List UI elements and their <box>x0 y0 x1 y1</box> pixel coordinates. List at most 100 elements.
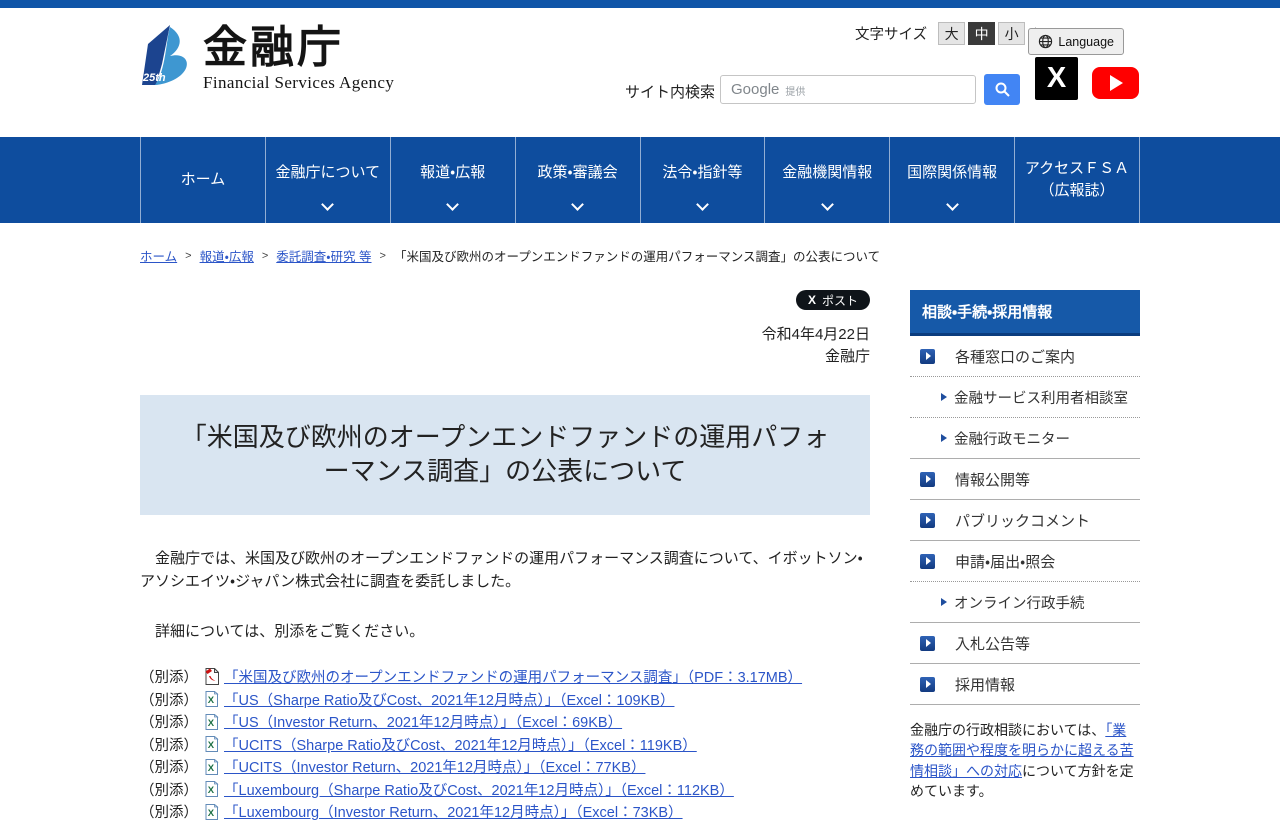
right-arrow-icon <box>941 393 947 401</box>
attachment-row: （別添）X「Luxembourg（Investor Return、2021年12… <box>140 801 870 823</box>
right-arrow-icon <box>920 636 935 651</box>
sidebar-header: 相談・手続・採用情報 <box>910 290 1140 336</box>
sidebar-item-label: 採用情報 <box>955 674 1015 695</box>
top-accent-bar <box>0 0 1280 8</box>
search-input[interactable]: Google 提供 <box>720 75 976 104</box>
svg-text:X: X <box>208 785 215 796</box>
body-paragraph-1: 金融庁では、米国及び欧州のオープンエンドファンドの運用パフォーマンス調査について… <box>140 548 870 593</box>
sidebar-item[interactable]: 情報公開等 <box>910 459 1140 500</box>
nav-item-1[interactable]: ホーム <box>140 137 265 223</box>
chevron-down-icon <box>571 198 584 211</box>
breadcrumb-separator: > <box>380 250 386 262</box>
svg-text:X: X <box>208 695 215 706</box>
attachment-prefix-label: （別添） <box>140 666 198 687</box>
breadcrumb-item: 「米国及び欧州のオープンエンドファンドの運用パフォーマンス調査」の公表について <box>394 246 880 265</box>
attachment-prefix-label: （別添） <box>140 711 198 732</box>
breadcrumb: ホーム>報道・広報>委託調査・研究 等>「米国及び欧州のオープンエンドファンドの… <box>140 246 1140 265</box>
x-post-label: ポスト <box>822 292 858 309</box>
attachment-link[interactable]: 「米国及び欧州のオープンエンドファンドの運用パフォーマンス調査」（PDF：3.1… <box>224 666 802 687</box>
language-label: Language <box>1058 35 1114 49</box>
sidebar-item-label: オンライン行政手続 <box>954 592 1085 613</box>
attachment-link[interactable]: 「US（Sharpe Ratio及びCost、2021年12月時点）」（Exce… <box>224 689 674 710</box>
pdf-file-icon <box>205 668 219 685</box>
attachment-prefix-label: （別添） <box>140 689 198 710</box>
fsa-25th-badge: 25th <box>142 72 166 84</box>
svg-text:X: X <box>208 763 215 774</box>
nav-item-label: 金融庁について <box>276 162 381 185</box>
sidebar-item[interactable]: 入札公告等 <box>910 623 1140 664</box>
x-logo-icon: X <box>808 293 816 307</box>
breadcrumb-separator: > <box>185 250 191 262</box>
sidebar-list: 各種窓口のご案内金融サービス利用者相談室金融行政モニター情報公開等パブリックコメ… <box>910 336 1140 705</box>
nav-item-4[interactable]: 政策・審議会 <box>515 137 640 223</box>
google-provided-label: 提供 <box>785 81 805 98</box>
youtube-icon[interactable] <box>1092 67 1139 99</box>
font-size-control: 文字サイズ 大中小 <box>855 22 1025 45</box>
attachment-prefix-label: （別添） <box>140 801 198 822</box>
right-arrow-icon <box>941 434 947 442</box>
breadcrumb-item[interactable]: ホーム <box>140 246 177 265</box>
x-social-icon[interactable]: X <box>1035 57 1078 100</box>
attachment-link[interactable]: 「UCITS（Sharpe Ratio及びCost、2021年12月時点）」（E… <box>224 734 697 755</box>
excel-file-icon: X <box>205 691 219 707</box>
font-size-label: 文字サイズ <box>855 23 927 44</box>
attachment-link[interactable]: 「Luxembourg（Sharpe Ratio及びCost、2021年12月時… <box>224 779 734 800</box>
search-button[interactable] <box>984 74 1020 105</box>
sidebar-item[interactable]: 金融行政モニター <box>910 418 1140 459</box>
nav-item-label: ホーム <box>181 169 226 192</box>
sidebar-item[interactable]: 採用情報 <box>910 664 1140 705</box>
font-size-medium-button[interactable]: 中 <box>968 22 995 45</box>
globe-icon <box>1038 34 1053 49</box>
attachment-link[interactable]: 「UCITS（Investor Return、2021年12月時点）」（Exce… <box>224 756 645 777</box>
svg-text:X: X <box>208 740 215 751</box>
google-brand-label: Google <box>731 81 779 98</box>
sidebar-item-label: 金融サービス利用者相談室 <box>954 387 1128 408</box>
font-size-small-button[interactable]: 小 <box>998 22 1025 45</box>
nav-item-2[interactable]: 金融庁について <box>265 137 390 223</box>
chevron-down-icon <box>446 198 459 211</box>
fsa-logo-wave-icon: 25th <box>140 24 196 86</box>
language-button[interactable]: Language <box>1028 28 1124 55</box>
fsa-logo[interactable]: 25th 金融庁 Financial Services Agency <box>140 24 394 93</box>
sidebar-item-label: パブリックコメント <box>955 510 1090 531</box>
nav-item-label: 報道・広報 <box>420 162 485 185</box>
nav-item-label: 国際関係情報 <box>907 162 997 185</box>
x-post-button[interactable]: X ポスト <box>796 290 870 310</box>
attachment-row: （別添） 「米国及び欧州のオープンエンドファンドの運用パフォーマンス調査」（PDF… <box>140 666 870 689</box>
excel-file-icon: X <box>205 714 219 730</box>
sidebar-item-label: 入札公告等 <box>955 633 1030 654</box>
nav-item-5[interactable]: 法令・指針等 <box>640 137 765 223</box>
font-size-large-button[interactable]: 大 <box>938 22 965 45</box>
nav-item-8[interactable]: アクセスＦＳＡ（広報誌） <box>1014 137 1140 223</box>
logo-subtitle: Financial Services Agency <box>203 73 394 93</box>
sidebar-item[interactable]: オンライン行政手続 <box>910 582 1140 623</box>
attachment-link[interactable]: 「US（Investor Return、2021年12月時点）」（Excel：6… <box>224 711 622 732</box>
svg-text:X: X <box>208 718 215 729</box>
sidebar-item[interactable]: 申請・届出・照会 <box>910 541 1140 582</box>
body-paragraph-2: 詳細については、別添をご覧ください。 <box>140 621 870 644</box>
attachment-prefix-label: （別添） <box>140 779 198 800</box>
nav-item-label: アクセスＦＳＡ <box>1025 158 1129 181</box>
site-header: 25th 金融庁 Financial Services Agency 文字サイズ… <box>0 8 1280 137</box>
breadcrumb-item[interactable]: 報道・広報 <box>200 246 254 265</box>
nav-item-label: 金融機関情報 <box>782 162 872 185</box>
attachment-link[interactable]: 「Luxembourg（Investor Return、2021年12月時点）」… <box>224 801 683 822</box>
sidebar: 相談・手続・採用情報 各種窓口のご案内金融サービス利用者相談室金融行政モニター情… <box>910 290 1140 815</box>
chevron-down-icon <box>696 198 709 211</box>
chevron-down-icon <box>321 198 334 211</box>
main-nav: ホーム金融庁について報道・広報政策・審議会法令・指針等金融機関情報国際関係情報ア… <box>140 137 1140 223</box>
nav-item-3[interactable]: 報道・広報 <box>390 137 515 223</box>
attachment-prefix-label: （別添） <box>140 734 198 755</box>
nav-item-label: 法令・指針等 <box>662 162 742 185</box>
nav-item-label: 政策・審議会 <box>538 162 618 185</box>
sidebar-item[interactable]: 金融サービス利用者相談室 <box>910 377 1140 418</box>
attachment-list: （別添） 「米国及び欧州のオープンエンドファンドの運用パフォーマンス調査」（PDF… <box>140 666 870 823</box>
chevron-down-icon <box>946 198 959 211</box>
nav-item-7[interactable]: 国際関係情報 <box>889 137 1014 223</box>
nav-item-6[interactable]: 金融機関情報 <box>764 137 889 223</box>
sidebar-item[interactable]: パブリックコメント <box>910 500 1140 541</box>
right-arrow-icon <box>920 472 935 487</box>
sidebar-item-label: 申請・届出・照会 <box>955 551 1055 572</box>
sidebar-item[interactable]: 各種窓口のご案内 <box>910 336 1140 377</box>
breadcrumb-item[interactable]: 委託調査・研究 等 <box>276 246 371 265</box>
